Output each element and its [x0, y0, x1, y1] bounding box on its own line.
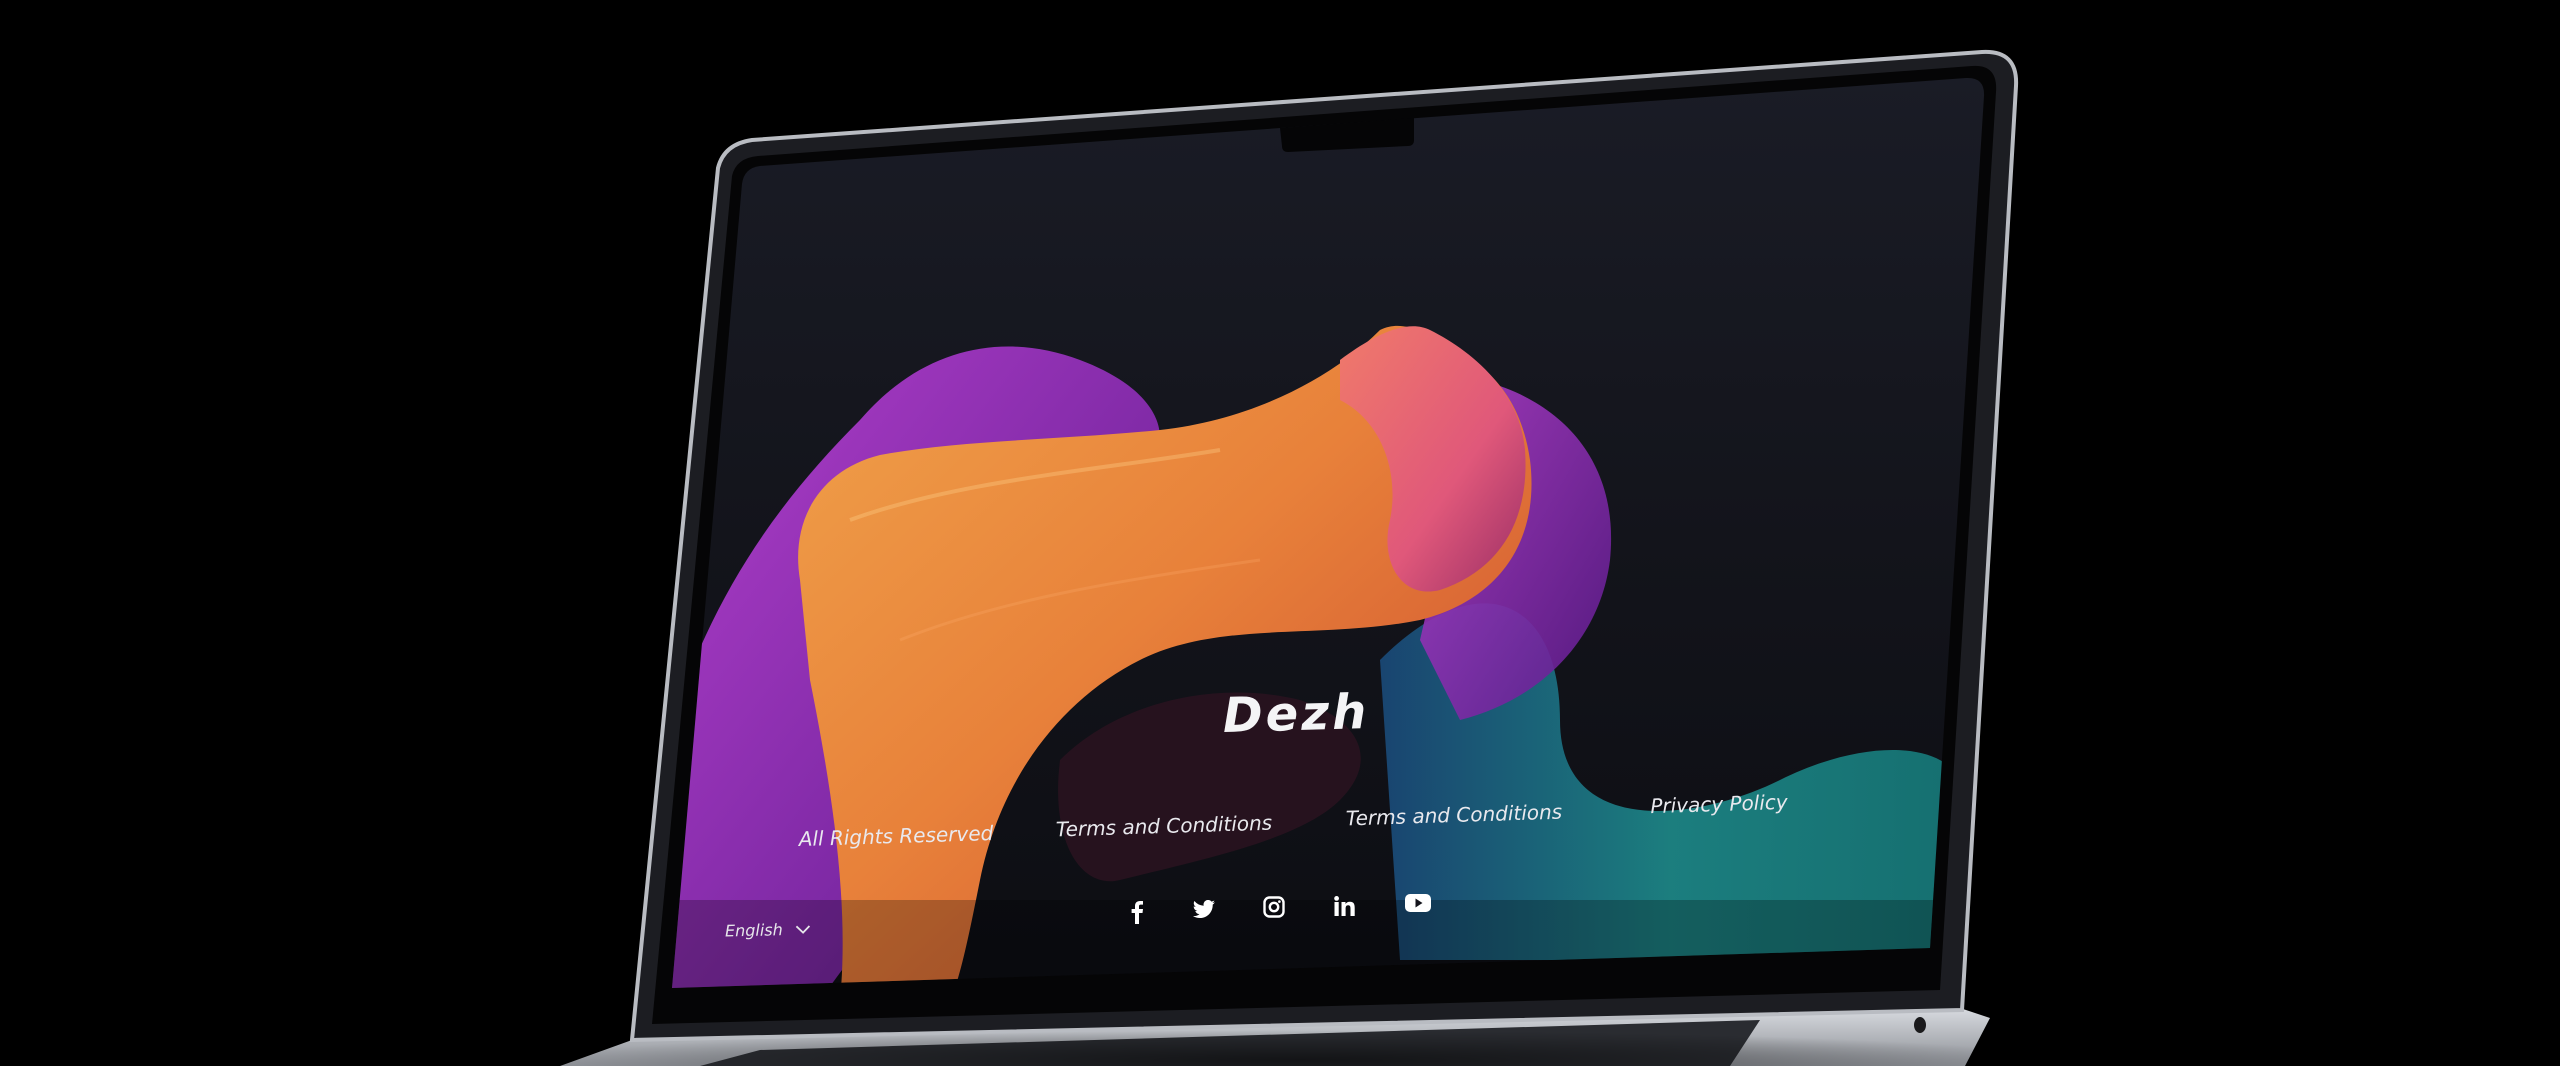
youtube-icon[interactable] — [1403, 888, 1433, 918]
linkedin-icon[interactable] — [1330, 891, 1360, 921]
instagram-icon[interactable] — [1259, 892, 1289, 922]
language-selector[interactable]: English — [724, 919, 811, 941]
language-label: English — [724, 920, 784, 941]
brand-logo: Dezh — [1221, 683, 1371, 745]
twitter-icon[interactable] — [1189, 895, 1219, 925]
footer-link-privacy[interactable]: Privacy Policy — [1650, 790, 1788, 818]
mockup-stage: Dezh All Rights Reserved Terms and Condi… — [0, 0, 2560, 1066]
screen-display — [672, 77, 1985, 988]
chevron-down-icon — [795, 924, 810, 934]
facebook-icon[interactable] — [1122, 897, 1152, 927]
